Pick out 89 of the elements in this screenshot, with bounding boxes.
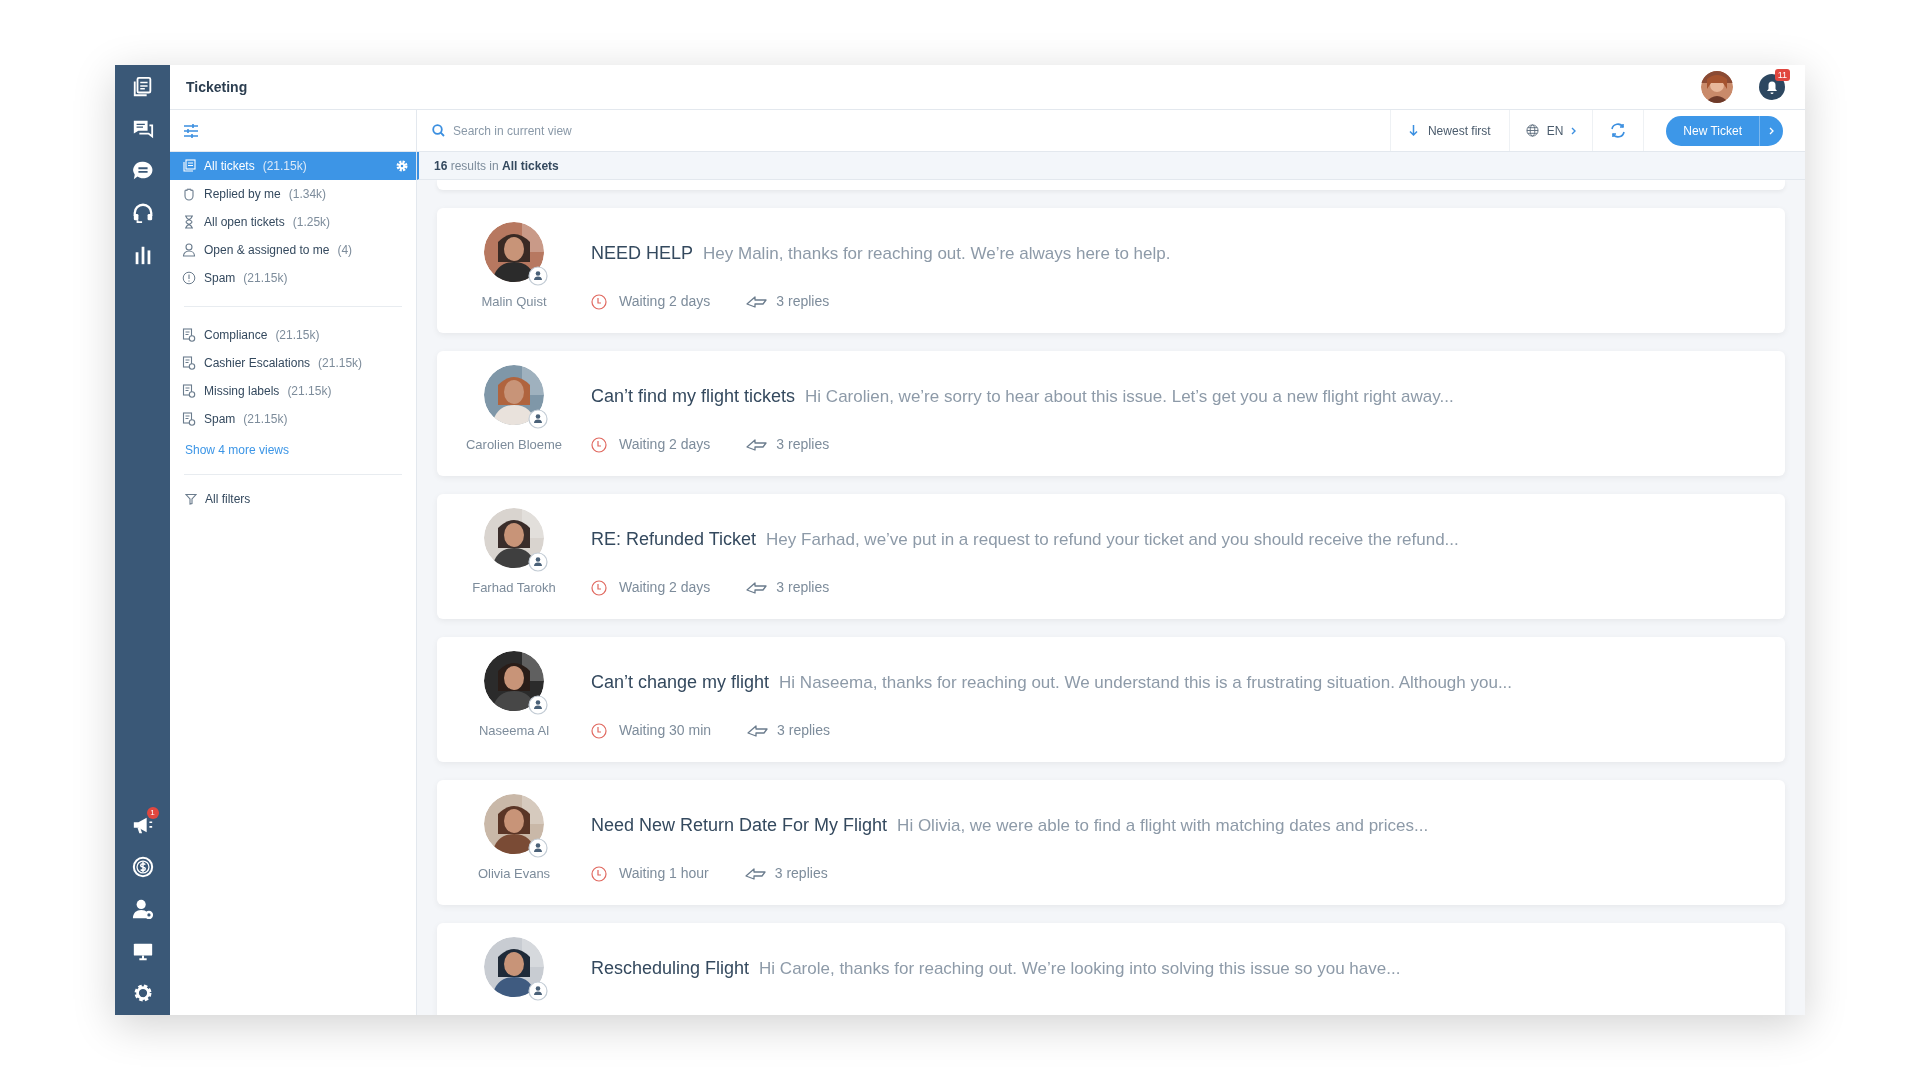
- user-badge-icon: [528, 409, 548, 429]
- reply-count: 3 replies: [777, 721, 830, 740]
- ticket-card[interactable]: Malin Quist NEED HELP Hey Malin, thanks for reaching out. We’re always here to help. Waiting 2 days 3 replies: [437, 208, 1785, 333]
- user-badge-icon: [528, 838, 548, 858]
- clock-icon: [591, 436, 607, 453]
- results-summary: 16 results in All tickets: [434, 157, 559, 175]
- clock-icon: [591, 293, 607, 310]
- funnel-icon: [185, 493, 197, 505]
- sidebar-item[interactable]: Cashier Escalations (21.15k): [170, 349, 416, 377]
- refresh-icon[interactable]: [1610, 123, 1627, 138]
- ticket-card[interactable]: Rescheduling Flight Hi Carole, thanks for reaching out. We’re looking into solving this issue so you have...: [437, 923, 1785, 1015]
- waiting-time: Waiting 2 days: [619, 435, 711, 454]
- filter-sliders-icon[interactable]: [183, 123, 199, 138]
- waiting-time: Waiting 30 min: [619, 721, 712, 740]
- message-icon[interactable]: [131, 160, 154, 182]
- down-arrow-icon: [1408, 125, 1418, 136]
- reply-arrow-icon: [746, 437, 768, 452]
- ticket-subject[interactable]: Rescheduling Flight: [591, 955, 750, 982]
- sidebar-item[interactable]: Spam (21.15k): [170, 405, 416, 433]
- search-field[interactable]: Search in current view: [453, 115, 1390, 146]
- user-badge-icon: [528, 552, 548, 572]
- sidebar-item[interactable]: All open tickets (1.25k): [170, 208, 416, 236]
- view-settings-icon: [182, 328, 196, 342]
- reply-count: 3 replies: [776, 292, 830, 311]
- ticket-card[interactable]: Naseema Al Can’t change my flight Hi Naseema, thanks for reaching out. We understand this is a frustrating situation. Although you... Waiting 30 min 3 replies: [437, 637, 1785, 762]
- all-filters-item[interactable]: All filters: [170, 485, 416, 513]
- user-badge-icon: [528, 266, 548, 286]
- customer-name: Malin Quist: [481, 293, 547, 311]
- view-settings-icon: [182, 412, 196, 426]
- ticket-preview: Hi Carolien, we’re sorry to hear about this issue. Let’s get you a new flight right away...: [805, 386, 1454, 408]
- ticket-subject[interactable]: NEED HELP: [591, 240, 694, 267]
- chevron-right-icon: [1571, 126, 1577, 135]
- ticket-preview: Hi Olivia, we were able to find a flight with matching dates and prices...: [897, 815, 1429, 837]
- reply-arrow-icon: [747, 723, 769, 738]
- notification-badge: 11: [1774, 69, 1790, 81]
- globe-icon: [1525, 124, 1539, 137]
- reply-count: 3 replies: [774, 864, 828, 883]
- clock-icon: [591, 722, 607, 739]
- ticket-card[interactable]: Farhad Tarokh RE: Refunded Ticket Hey Farhad, we’ve put in a request to refund your ticket and you should receive the refund... Waiting 2 days 3 replies: [437, 494, 1785, 619]
- reply-count: 3 replies: [776, 435, 830, 454]
- customer-name: Olivia Evans: [477, 865, 551, 883]
- sidebar-item[interactable]: Compliance (21.15k): [170, 321, 416, 349]
- headset-icon[interactable]: [131, 202, 154, 224]
- user-badge-icon: [528, 695, 548, 715]
- stack-icon: [182, 159, 196, 173]
- user-badge-icon: [528, 981, 548, 1001]
- info-icon: [182, 271, 196, 285]
- notification-bell-icon[interactable]: [1759, 74, 1785, 100]
- sidebar-item[interactable]: Spam (21.15k): [170, 264, 416, 292]
- customer-name: Carolien Bloeme: [465, 436, 563, 454]
- waiting-time: Waiting 2 days: [619, 292, 711, 311]
- settings-icon[interactable]: [396, 160, 408, 172]
- ticket-subject[interactable]: Can’t find my flight tickets: [591, 383, 796, 410]
- ticket-card[interactable]: Carolien Bloeme Can’t find my flight tickets Hi Carolien, we’re sorry to hear about this issue. Let’s get you a new flight right away... Waiting 2 days 3 replies: [437, 351, 1785, 476]
- waiting-time: Waiting 1 hour: [619, 864, 709, 883]
- ticket-preview: Hi Carole, thanks for reaching out. We’re looking into solving this issue so you have...: [759, 958, 1401, 980]
- ticket-preview: Hi Naseema, thanks for reaching out. We understand this is a frustrating situation. Although you...: [779, 672, 1513, 694]
- view-settings-icon: [182, 384, 196, 398]
- ticket-subject[interactable]: Can’t change my flight: [591, 669, 770, 696]
- waiting-time: Waiting 2 days: [619, 578, 711, 597]
- notification-badge: 1: [146, 807, 159, 819]
- reply-arrow-icon: [744, 866, 766, 881]
- reply-arrow-icon: [746, 580, 768, 595]
- clock-icon: [591, 865, 607, 882]
- view-settings-icon: [182, 356, 196, 370]
- sidebar-item[interactable]: Open & assigned to me (4): [170, 236, 416, 264]
- sidebar-item[interactable]: Missing labels (21.15k): [170, 377, 416, 405]
- language-button[interactable]: EN: [1508, 110, 1593, 151]
- chat-icon[interactable]: [131, 118, 154, 140]
- chevron-right-icon[interactable]: [1769, 126, 1774, 135]
- reply-count: 3 replies: [776, 578, 830, 597]
- ticket-card[interactable]: Olivia Evans Need New Return Date For My Flight Hi Olivia, we were able to find a flight with matching dates and prices... Waiting 1 hour 3 replies: [437, 780, 1785, 905]
- ticket-preview: Hey Farhad, we’ve put in a request to refund your ticket and you should receive the refund...: [766, 529, 1459, 551]
- clock-icon: [591, 579, 607, 596]
- app-title: Ticketing: [186, 77, 248, 97]
- sidebar-item[interactable]: Replied by me (1.34k): [170, 180, 416, 208]
- reply-arrow-icon: [746, 294, 768, 309]
- sort-button[interactable]: Newest first: [1389, 110, 1509, 151]
- person-icon: [182, 243, 196, 257]
- ticket-subject[interactable]: Need New Return Date For My Flight: [591, 812, 888, 839]
- dollar-icon[interactable]: [131, 856, 154, 878]
- hourglass-icon: [182, 215, 196, 229]
- search-icon: [432, 124, 445, 137]
- document-icon[interactable]: [131, 76, 154, 98]
- ticket-subject[interactable]: RE: Refunded Ticket: [591, 526, 757, 553]
- customer-name: Farhad Tarokh: [472, 579, 556, 597]
- ticket-preview: Hey Malin, thanks for reaching out. We’re always here to help.: [703, 243, 1171, 265]
- user-settings-icon[interactable]: [131, 898, 154, 920]
- customer-name: Naseema Al: [478, 722, 550, 740]
